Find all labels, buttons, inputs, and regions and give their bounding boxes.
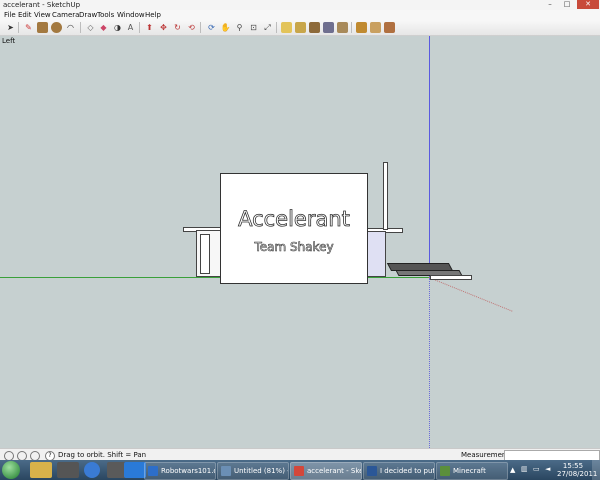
explorer-pin-icon[interactable]	[30, 462, 52, 478]
arc-icon[interactable]: ◠	[65, 22, 76, 33]
billboard-title: Accelerant	[238, 207, 351, 232]
menu-window[interactable]: Window	[117, 10, 145, 20]
menu-file[interactable]: File	[4, 10, 16, 20]
eraser-icon[interactable]: ◇	[85, 22, 96, 33]
menu-bar: File Edit View Camera Draw Tools Window …	[0, 10, 600, 20]
top-view-icon[interactable]	[309, 22, 320, 33]
paint-icon	[221, 466, 231, 476]
menu-view[interactable]: View	[34, 10, 51, 20]
scene-label: Left	[2, 37, 16, 45]
volume-icon[interactable]: ◄	[545, 465, 550, 473]
menu-help[interactable]: Help	[145, 10, 161, 20]
menu-edit[interactable]: Edit	[18, 10, 32, 20]
toolbar: ➤ ✎ ◠ ◇ ◆ ◑ A ⬆ ✥ ↻ ⟲ ⟳ ✋ ⚲ ⊡ ⤢	[0, 20, 600, 36]
paint-bucket-icon[interactable]: ◆	[98, 22, 109, 33]
rectangle-icon[interactable]	[37, 22, 48, 33]
flipper-tip	[430, 275, 472, 280]
sketchup-icon	[294, 466, 304, 476]
circle-icon[interactable]	[51, 22, 62, 33]
skype-pin-icon[interactable]	[124, 462, 146, 478]
close-button[interactable]: ✕	[577, 0, 599, 9]
billboard-subtitle: Team Shakey	[254, 240, 334, 255]
antenna-pole	[383, 162, 388, 230]
itunes-pin-icon[interactable]	[84, 462, 100, 478]
blue-axis	[429, 36, 430, 278]
taskbar: Robotwars101.o... Untitled (81%) - ... a…	[0, 460, 600, 480]
clock[interactable]: 15:55 27/08/2011	[557, 462, 597, 478]
clock-time: 15:55	[562, 462, 584, 470]
menu-draw[interactable]: Draw	[79, 10, 97, 20]
toolbar-separator	[18, 22, 19, 33]
tape-measure-icon[interactable]: ◑	[112, 22, 123, 33]
select-arrow-icon[interactable]: ➤	[5, 22, 16, 33]
ie-icon	[148, 466, 158, 476]
materials-icon[interactable]	[370, 22, 381, 33]
components-icon[interactable]	[356, 22, 367, 33]
right-body-panel	[366, 231, 386, 277]
menu-tools[interactable]: Tools	[97, 10, 114, 20]
billboard-panel: Accelerant Team Shakey	[220, 173, 368, 284]
battery-icon[interactable]: ▭	[533, 465, 540, 473]
maximize-button[interactable]: □	[559, 0, 575, 9]
media-center-pin-icon[interactable]	[57, 462, 79, 478]
toolbar-separator	[200, 22, 201, 33]
offset-icon[interactable]: ⟲	[186, 22, 197, 33]
warehouse-icon[interactable]	[384, 22, 395, 33]
zoom-window-icon[interactable]: ⊡	[248, 22, 259, 33]
show-desktop-button[interactable]	[592, 460, 600, 480]
text-icon[interactable]: A	[125, 22, 136, 33]
minimize-button[interactable]: –	[542, 0, 558, 9]
toolbar-separator	[139, 22, 140, 33]
task-minecraft[interactable]: Minecraft	[436, 462, 508, 480]
orbit-icon[interactable]: ⟳	[206, 22, 217, 33]
pan-icon[interactable]: ✋	[220, 22, 231, 33]
network-icon[interactable]: ▥	[521, 465, 528, 473]
word-icon	[367, 466, 377, 476]
front-view-icon[interactable]	[323, 22, 334, 33]
task-robotwars[interactable]: Robotwars101.o...	[144, 462, 216, 480]
task-sketchup[interactable]: accelerant - Sket...	[290, 462, 362, 480]
toolbar-separator	[276, 22, 277, 33]
menu-camera[interactable]: Camera	[52, 10, 79, 20]
iso-view-icon[interactable]	[295, 22, 306, 33]
push-pull-icon[interactable]: ⬆	[144, 22, 155, 33]
red-axis-negative	[428, 277, 513, 312]
right-view-icon[interactable]	[337, 22, 348, 33]
toolbar-separator	[80, 22, 81, 33]
move-icon[interactable]: ✥	[158, 22, 169, 33]
task-paint[interactable]: Untitled (81%) - ...	[217, 462, 289, 480]
zoom-extents-icon[interactable]: ⤢	[262, 22, 273, 33]
zoom-icon[interactable]: ⚲	[234, 22, 245, 33]
left-wheel-guard	[200, 234, 210, 274]
toolbar-separator	[351, 22, 352, 33]
window-title: accelerant - SketchUp	[3, 1, 81, 9]
previous-view-icon[interactable]	[281, 22, 292, 33]
blue-axis-negative	[429, 278, 430, 448]
minecraft-icon	[440, 466, 450, 476]
model-viewport[interactable]: Left Accelerant Team Shakey	[0, 36, 600, 448]
task-word[interactable]: I decided to put ...	[363, 462, 435, 480]
tray-arrow-icon[interactable]: ▲	[510, 466, 515, 474]
rotate-icon[interactable]: ↻	[172, 22, 183, 33]
pencil-icon[interactable]: ✎	[23, 22, 34, 33]
start-button[interactable]	[2, 461, 20, 479]
